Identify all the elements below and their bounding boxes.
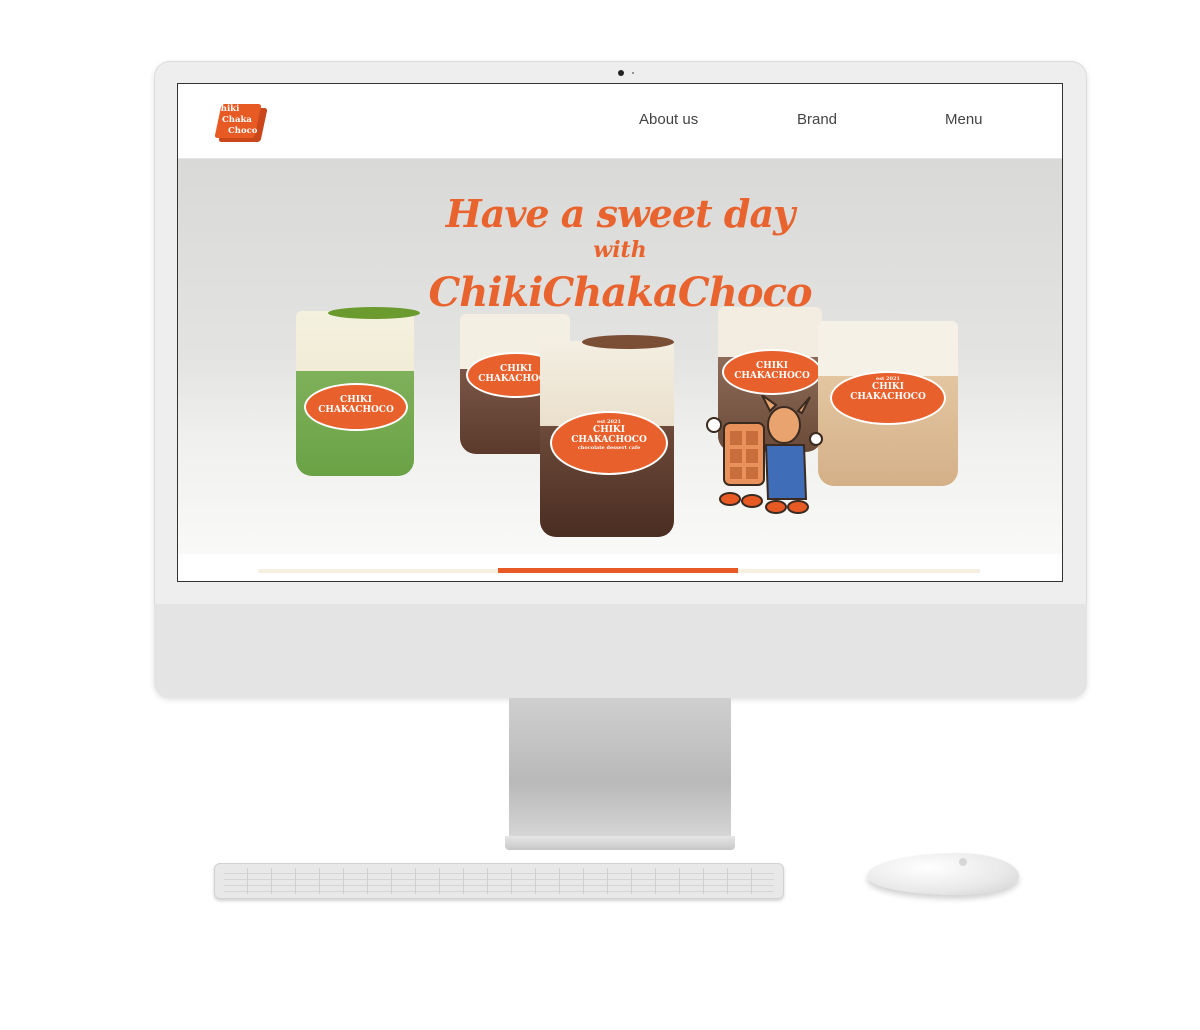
- nav-brand[interactable]: Brand: [797, 111, 837, 128]
- hero-headline-line-2: with: [593, 237, 647, 263]
- donkey-character: [761, 395, 823, 514]
- logo-line-2: Chaka: [222, 115, 252, 125]
- cup-label-name-1: CHIKI: [756, 361, 788, 371]
- cup-label-name-1: CHIKI: [593, 425, 625, 435]
- hero-banner: CHIKI CHAKACHOCO CHIKI CHAKACHOCO CHIKI …: [178, 159, 1062, 554]
- cup-label-sub: chocolate dessert cafe: [577, 445, 641, 451]
- logo-line-3: Choco: [228, 126, 258, 136]
- monitor-chin: [154, 604, 1087, 698]
- product-cup-matcha: CHIKI CHAKACHOCO: [296, 311, 414, 476]
- keyboard: [214, 863, 784, 899]
- cup-label-name-2: CHAKACHOCO: [571, 435, 647, 445]
- cup-label-name-2: CHAKACHOCO: [734, 371, 810, 381]
- hero-headline-line-3: ChikiChakaChoco: [428, 269, 812, 316]
- logo-line-1: Chiki: [214, 104, 240, 114]
- magic-mouse: [867, 853, 1019, 895]
- cup-label: CHIKI CHAKACHOCO: [722, 349, 822, 395]
- brand-logo[interactable]: Chiki Chaka Choco: [212, 104, 268, 144]
- cup-label-name-1: CHIKI: [340, 395, 372, 405]
- apple-logo-icon: [959, 858, 967, 866]
- monitor-stand: [509, 698, 731, 838]
- keyboard-keys: [224, 868, 774, 894]
- monitor-stand-base: [505, 836, 735, 850]
- cup-label-name-1: CHIKI: [872, 382, 904, 392]
- product-cup-caramel: est 2021 CHIKI CHAKACHOCO: [818, 321, 958, 486]
- screen: Chiki Chaka Choco About us Brand Menu CH…: [177, 83, 1063, 582]
- camera-sensor: [632, 72, 634, 74]
- slider-progress-fill[interactable]: [498, 568, 738, 573]
- cup-label-name-2: CHAKACHOCO: [850, 392, 926, 402]
- imac-monitor: Chiki Chaka Choco About us Brand Menu CH…: [154, 61, 1087, 698]
- site-header: Chiki Chaka Choco About us Brand Menu: [178, 84, 1062, 159]
- hero-headline-line-1: Have a sweet day: [445, 191, 795, 236]
- cup-label: CHIKI CHAKACHOCO: [304, 383, 408, 431]
- chocolate-bar-character: [706, 417, 765, 508]
- mascot-illustration: [706, 395, 823, 514]
- nav-menu[interactable]: Menu: [945, 111, 983, 128]
- product-cup-chocolate-front: est 2021 CHIKI CHAKACHOCO chocolate dess…: [540, 341, 674, 537]
- cup-label: est 2021 CHIKI CHAKACHOCO chocolate dess…: [550, 411, 668, 475]
- cup-label: est 2021 CHIKI CHAKACHOCO: [830, 371, 946, 425]
- logo-text: Chiki Chaka Choco: [214, 104, 266, 137]
- camera-icon: [618, 70, 624, 76]
- cocoa-topping: [582, 335, 674, 349]
- cup-label-name-2: CHAKACHOCO: [318, 405, 394, 415]
- nav-about-us[interactable]: About us: [639, 111, 698, 128]
